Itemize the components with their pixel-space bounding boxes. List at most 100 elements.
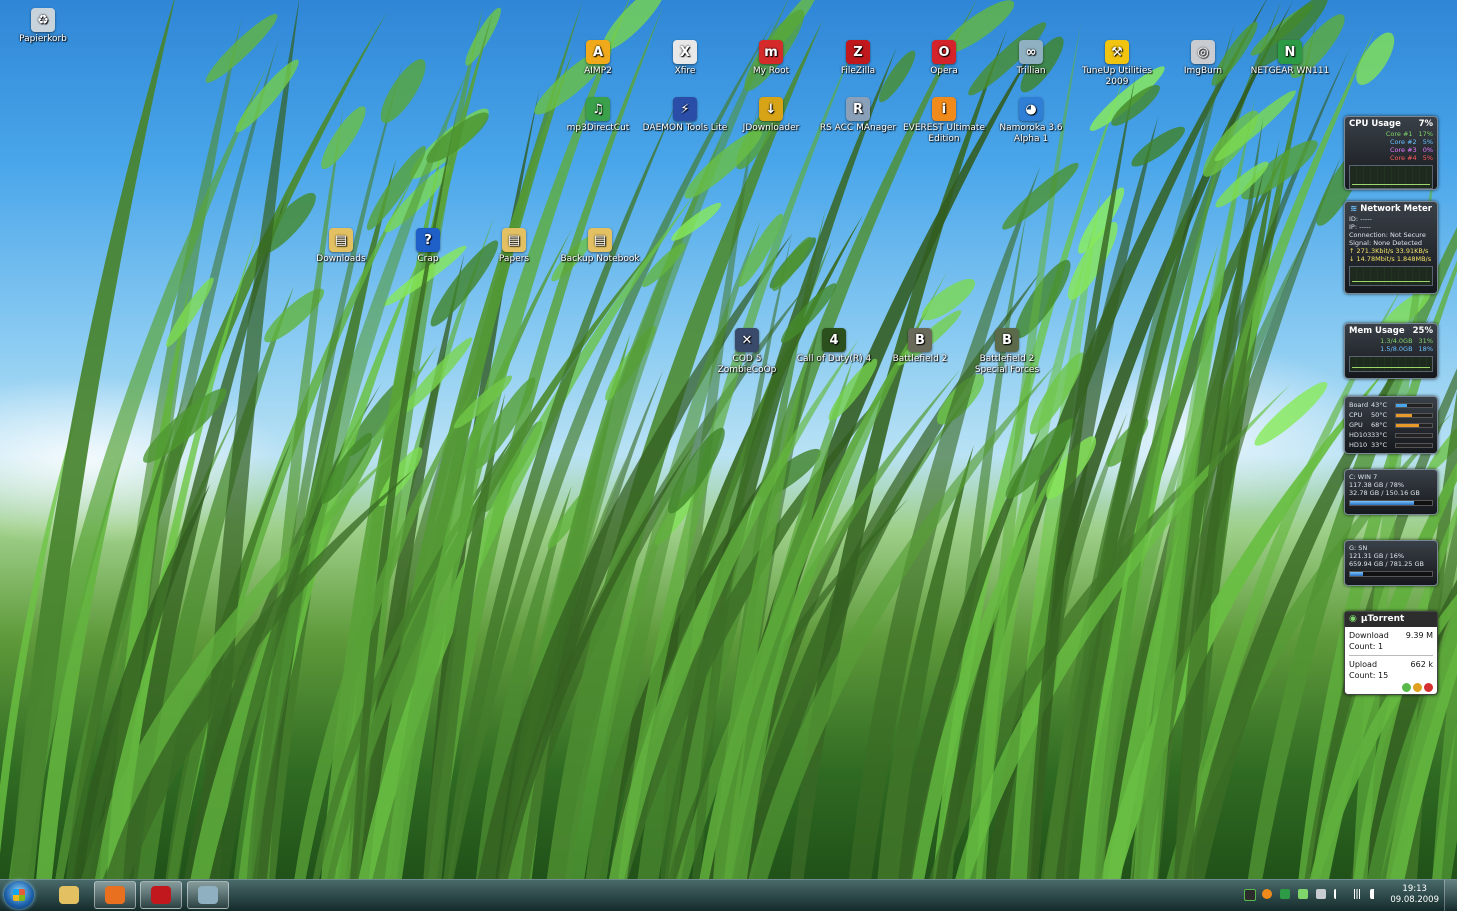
desktop-icon-myroot[interactable]: m My Root: [728, 40, 814, 77]
utorrent-pause-icon[interactable]: [1413, 683, 1422, 692]
desktop-icon-tuneup[interactable]: ⚒ TuneUp Utilities 2009: [1074, 40, 1160, 88]
mem-title: Mem Usage: [1349, 326, 1405, 336]
temperature-gadget[interactable]: Board 43°C CPU 50°C GPU 68°C HD103 33°C HD10 33°C: [1344, 396, 1438, 454]
desktop-icon-label: My Root: [752, 66, 790, 76]
desktop-icon-label: Namoroka 3.6 Alpha 1: [999, 123, 1063, 144]
desktop-icon-xfire[interactable]: X Xfire: [642, 40, 728, 77]
desktop-icon-backup[interactable]: ▤ Backup Notebook: [557, 228, 643, 265]
trillian-icon: ∞: [1019, 40, 1043, 64]
clock[interactable]: 19:13 09.08.2009: [1390, 884, 1439, 906]
desktop-icon-label: Backup Notebook: [560, 254, 640, 264]
utorrent-gadget[interactable]: ◉ µTorrent Download 9.39 M Count: 1 Upload…: [1344, 611, 1438, 695]
desktop-icon-mp3[interactable]: ♫ mp3DirectCut: [555, 97, 641, 134]
temp-bar: [1395, 443, 1433, 448]
desktop-icon-label: Crap: [417, 254, 439, 264]
desktop-icon-crap[interactable]: ? Crap: [385, 228, 471, 265]
network-title: Network Meter: [1360, 204, 1432, 214]
taskbar-button-explorer[interactable]: [48, 881, 90, 909]
network-down: 14.78Mbit/s 1.848MB/s: [1356, 255, 1432, 263]
utorrent-stop-icon[interactable]: [1424, 683, 1433, 692]
desktop-icon-label: RS ACC MAnager: [819, 123, 897, 133]
utorrent-tray-icon[interactable]: [1244, 889, 1256, 901]
desktop-icon-everest[interactable]: i EVEREST Ultimate Edition: [901, 97, 987, 145]
netgear-tray-icon[interactable]: [1280, 889, 1290, 899]
desktop-icon-papers[interactable]: ▤ Papers: [471, 228, 557, 265]
desktop-icon-daemon[interactable]: ⚡ DAEMON Tools Lite: [642, 97, 728, 134]
opera-icon: O: [932, 40, 956, 64]
desktop-icon-label: JDownloader: [742, 123, 800, 133]
temp-label: HD103: [1349, 431, 1372, 439]
utorrent-upload-label: Upload: [1349, 660, 1378, 669]
network-id: ID: -----: [1349, 215, 1372, 223]
update-tray-icon[interactable]: [1298, 889, 1308, 899]
desktop-icon-jdownloader[interactable]: ↓ JDownloader: [728, 97, 814, 134]
desktop-icon-netgear[interactable]: N NETGEAR WN111: [1247, 40, 1333, 77]
desktop-icon-cod5[interactable]: ✕ COD 5 ZombieCoOp: [704, 328, 790, 376]
removable-device-tray-icon[interactable]: [1316, 889, 1326, 899]
desktop-icon-downloads[interactable]: ▤ Downloads: [298, 228, 384, 265]
drive-g-name: G: SN: [1349, 544, 1368, 552]
desktop-icon-bf2sf[interactable]: B Battlefield 2 Special Forces: [964, 328, 1050, 376]
everest-tray-icon[interactable]: [1262, 889, 1272, 899]
taskbar-button-filezilla[interactable]: [140, 881, 182, 909]
temp-bar-fill: [1396, 424, 1420, 427]
cpu-core-label: Core #3: [1389, 146, 1417, 154]
folder-icon: ▤: [502, 228, 526, 252]
desktop-icon-label: AIMP2: [584, 66, 612, 76]
desktop-icon-opera[interactable]: O Opera: [901, 40, 987, 77]
temp-value: 68°C: [1371, 421, 1388, 429]
temp-row: HD10 33°C: [1349, 440, 1433, 450]
network-meter-gadget[interactable]: ≋ Network Meter ID: ----- IP: ----- Conne…: [1344, 201, 1438, 294]
network-signal: Signal: None Detected: [1349, 239, 1423, 247]
temp-bar: [1395, 433, 1433, 438]
cpu-usage-gadget[interactable]: CPU Usage 7% Core #1 17% Core #2 5% Core #3 0%…: [1344, 116, 1438, 190]
desktop-icon-filezilla[interactable]: Z FileZilla: [815, 40, 901, 77]
cpu-cores: Core #1 17% Core #2 5% Core #3 0% Core #4 5%: [1349, 130, 1433, 162]
desktop-icon-aimp[interactable]: A AIMP2: [555, 40, 641, 77]
show-desktop-button[interactable]: [1444, 880, 1457, 911]
desktop-icon-imgburn[interactable]: ◎ ImgBurn: [1160, 40, 1246, 77]
utorrent-upload-value: 662 k: [1410, 660, 1433, 669]
cpu-title: CPU Usage: [1349, 119, 1401, 129]
desktop-icon-label: DAEMON Tools Lite: [642, 123, 728, 133]
windows-logo-icon: [13, 889, 25, 901]
utorrent-start-icon[interactable]: [1402, 683, 1411, 692]
start-button[interactable]: [4, 881, 34, 909]
drive-c-gadget[interactable]: C: WIN 7 117.38 GB / 78% 32.78 GB / 150.…: [1344, 469, 1438, 515]
temp-label: GPU: [1349, 421, 1363, 429]
desktop-icon-trillian[interactable]: ∞ Trillian: [988, 40, 1074, 77]
drive-g-gadget[interactable]: G: SN 121.31 GB / 16% 659.94 GB / 781.25…: [1344, 540, 1438, 586]
taskbar-button-firefox[interactable]: [94, 881, 136, 909]
drive-c-fill: [1350, 501, 1414, 505]
desktop-icon-cod4[interactable]: 4 Call of Duty(R) 4: [791, 328, 877, 365]
mem-row: 1.3/4.0GB 31%: [1349, 337, 1433, 345]
download-arrow-icon: ↓: [1349, 255, 1357, 263]
network-connection: Connection: Not Secure: [1349, 231, 1426, 239]
taskbar: 19:13 09.08.2009: [0, 879, 1457, 911]
mem-row-label: 1.5/8.0GB: [1380, 345, 1413, 353]
utorrent-download-count: Count: 1: [1349, 642, 1384, 651]
desktop-icon-bf2[interactable]: B Battlefield 2: [877, 328, 963, 365]
network-signal-tray-icon[interactable]: [1352, 889, 1362, 899]
mem-value: 25%: [1412, 326, 1433, 336]
trillian-icon: [198, 886, 218, 904]
desktop-icon-label: TuneUp Utilities 2009: [1081, 66, 1153, 87]
desktop-icon-rsacc[interactable]: R RS ACC MAnager: [815, 97, 901, 134]
desktop-icon-recycle[interactable]: ♻ Papierkorb: [0, 8, 86, 45]
upload-arrow-icon: ↑: [1349, 247, 1357, 255]
filezilla-icon: [151, 886, 171, 904]
temp-label: Board: [1349, 401, 1369, 409]
desktop-icon-label: Downloads: [316, 254, 366, 264]
rs-acc-icon: R: [846, 97, 870, 121]
cpu-core-label: Core #4: [1389, 154, 1417, 162]
drive-c-line2: 32.78 GB / 150.16 GB: [1349, 489, 1420, 497]
desktop-icon-label: Papers: [498, 254, 530, 264]
volume-icon[interactable]: [1370, 889, 1378, 899]
action-center-flag-icon[interactable]: [1334, 889, 1346, 899]
taskbar-button-trillian[interactable]: [187, 881, 229, 909]
desktop-icon-namoroka[interactable]: ◕ Namoroka 3.6 Alpha 1: [988, 97, 1074, 145]
mem-usage-gadget[interactable]: Mem Usage 25% 1.3/4.0GB 31% 1.5/8.0GB 18%: [1344, 323, 1438, 379]
my-root-icon: m: [759, 40, 783, 64]
cpu-core-label: Core #2: [1389, 138, 1417, 146]
desktop-icon-label: ImgBurn: [1183, 66, 1223, 76]
